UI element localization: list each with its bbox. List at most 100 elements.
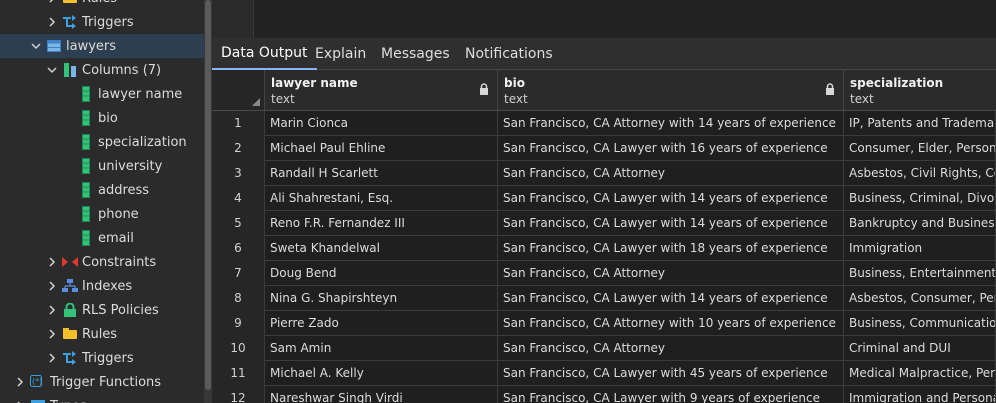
chevron-down-icon[interactable] [46, 64, 58, 76]
table-row[interactable]: 9 Pierre Zado San Francisco, CA Attorney w… [212, 311, 996, 336]
row-number[interactable]: 4 [212, 186, 265, 211]
chevron-down-icon[interactable] [30, 40, 42, 52]
chevron-right-icon[interactable] [46, 256, 58, 268]
cell-lawyer-name[interactable]: Marin Cionca [265, 111, 498, 136]
table-row[interactable]: 7 Doug Bend San Francisco, CA Attorney Busi… [212, 261, 996, 286]
cell-lawyer-name[interactable]: Nareshwar Singh Virdi [265, 386, 498, 403]
column-icon [78, 110, 94, 126]
cell-bio[interactable]: San Francisco, CA Lawyer with 9 years of… [498, 386, 844, 403]
row-number[interactable]: 12 [212, 386, 265, 403]
table-row[interactable]: 2 Michael Paul Ehline San Francisco, CA La… [212, 136, 996, 161]
chevron-right-icon[interactable] [46, 328, 58, 340]
cell-specialization[interactable]: Asbestos, Consumer, Personal [844, 286, 996, 311]
cell-bio[interactable]: San Francisco, CA Lawyer with 45 years o… [498, 361, 844, 386]
sidebar-item-rules[interactable]: Rules [0, 0, 204, 10]
sidebar-item-rls-policies[interactable]: RLS Policies [0, 298, 204, 322]
chevron-right-icon[interactable] [46, 16, 58, 28]
sidebar-item-university[interactable]: university [0, 154, 204, 178]
cell-lawyer-name[interactable]: Sweta Khandelwal [265, 236, 498, 261]
row-number[interactable]: 6 [212, 236, 265, 261]
sidebar-item-columns-7[interactable]: Columns (7) [0, 58, 204, 82]
sidebar-item-specialization[interactable]: specialization [0, 130, 204, 154]
chevron-right-icon[interactable] [46, 0, 58, 4]
table-row[interactable]: 1 Marin Cionca San Francisco, CA Attorney … [212, 111, 996, 136]
tab-explain[interactable]: Explain [306, 38, 375, 70]
table-row[interactable]: 12 Nareshwar Singh Virdi San Francisco, CA… [212, 386, 996, 403]
sidebar-item-email[interactable]: email [0, 226, 204, 250]
table-row[interactable]: 8 Nina G. Shapirshteyn San Francisco, CA L… [212, 286, 996, 311]
cell-lawyer-name[interactable]: Doug Bend [265, 261, 498, 286]
row-number[interactable]: 9 [212, 311, 265, 336]
row-number[interactable]: 1 [212, 111, 265, 136]
sidebar-item-trigger-functions[interactable]: (*) Trigger Functions [0, 370, 204, 394]
cell-lawyer-name[interactable]: Pierre Zado [265, 311, 498, 336]
tab-notifications[interactable]: Notifications [456, 38, 562, 70]
table-row[interactable]: 11 Michael A. Kelly San Francisco, CA Lawy… [212, 361, 996, 386]
cell-bio[interactable]: San Francisco, CA Attorney [498, 261, 844, 286]
table-row[interactable]: 6 Sweta Khandelwal San Francisco, CA Lawye… [212, 236, 996, 261]
sidebar-scrollbar-thumb[interactable] [205, 0, 211, 390]
cell-specialization[interactable]: Criminal and DUI [844, 336, 996, 361]
row-number[interactable]: 3 [212, 161, 265, 186]
cell-specialization[interactable]: Consumer, Elder, Personal Injury [844, 136, 996, 161]
cell-specialization[interactable]: Immigration and Personal Injury [844, 386, 996, 403]
sidebar-item-rules[interactable]: Rules [0, 322, 204, 346]
row-number[interactable]: 8 [212, 286, 265, 311]
tab-data-output[interactable]: Data Output [212, 38, 317, 70]
sidebar-item-triggers[interactable]: Triggers [0, 10, 204, 34]
chevron-right-icon[interactable] [46, 280, 58, 292]
row-number[interactable]: 11 [212, 361, 265, 386]
cell-bio[interactable]: San Francisco, CA Lawyer with 18 years o… [498, 236, 844, 261]
cell-bio[interactable]: San Francisco, CA Attorney [498, 336, 844, 361]
table-row[interactable]: 5 Reno F.R. Fernandez III San Francisco, C… [212, 211, 996, 236]
row-number[interactable]: 10 [212, 336, 265, 361]
cell-lawyer-name[interactable]: Sam Amin [265, 336, 498, 361]
column-header-lawyer-name[interactable]: lawyer name text [265, 70, 498, 111]
sidebar-item-triggers[interactable]: Triggers [0, 346, 204, 370]
chevron-right-icon[interactable] [14, 376, 26, 388]
cell-bio[interactable]: San Francisco, CA Lawyer with 16 years o… [498, 136, 844, 161]
row-number[interactable]: 5 [212, 211, 265, 236]
sidebar-item-bio[interactable]: bio [0, 106, 204, 130]
cell-specialization[interactable]: Medical Malpractice, Personal [844, 361, 996, 386]
table-row[interactable]: 4 Ali Shahrestani, Esq. San Francisco, CA … [212, 186, 996, 211]
cell-lawyer-name[interactable]: Randall H Scarlett [265, 161, 498, 186]
cell-specialization[interactable]: Asbestos, Civil Rights, Consumer [844, 161, 996, 186]
cell-specialization[interactable]: Immigration [844, 236, 996, 261]
cell-lawyer-name[interactable]: Michael A. Kelly [265, 361, 498, 386]
cell-bio[interactable]: San Francisco, CA Attorney [498, 161, 844, 186]
cell-specialization[interactable]: Business, Communications [844, 311, 996, 336]
cell-specialization[interactable]: Bankruptcy and Business [844, 211, 996, 236]
row-number-header[interactable] [212, 70, 265, 111]
table-row[interactable]: 3 Randall H Scarlett San Francisco, CA Att… [212, 161, 996, 186]
chevron-right-icon[interactable] [46, 352, 58, 364]
row-number[interactable]: 2 [212, 136, 265, 161]
sidebar-scrollbar[interactable] [204, 0, 212, 403]
sidebar-item-phone[interactable]: phone [0, 202, 204, 226]
cell-specialization[interactable]: Business, Entertainment & Sports [844, 261, 996, 286]
sidebar-item-indexes[interactable]: Indexes [0, 274, 204, 298]
cell-lawyer-name[interactable]: Reno F.R. Fernandez III [265, 211, 498, 236]
column-header-bio[interactable]: bio text [498, 70, 844, 111]
cell-specialization[interactable]: IP, Patents and Trademarks [844, 111, 996, 136]
sidebar-item-address[interactable]: address [0, 178, 204, 202]
sidebar-item-lawyers[interactable]: lawyers [0, 34, 204, 58]
cell-bio[interactable]: San Francisco, CA Lawyer with 14 years o… [498, 286, 844, 311]
tab-messages[interactable]: Messages [372, 38, 459, 70]
cell-bio[interactable]: San Francisco, CA Lawyer with 14 years o… [498, 186, 844, 211]
cell-lawyer-name[interactable]: Ali Shahrestani, Esq. [265, 186, 498, 211]
column-header-specialization[interactable]: specialization text [844, 70, 996, 111]
row-number[interactable]: 7 [212, 261, 265, 286]
table-row[interactable]: 10 Sam Amin San Francisco, CA Attorney Crim… [212, 336, 996, 361]
sidebar-item-types[interactable]: Types [0, 394, 204, 403]
cell-bio[interactable]: San Francisco, CA Attorney with 14 years… [498, 111, 844, 136]
chevron-right-icon[interactable] [46, 304, 58, 316]
sidebar-item-constraints[interactable]: Constraints [0, 250, 204, 274]
sidebar-item-lawyer-name[interactable]: lawyer name [0, 82, 204, 106]
query-editor[interactable] [212, 0, 996, 38]
cell-bio[interactable]: San Francisco, CA Attorney with 10 years… [498, 311, 844, 336]
cell-bio[interactable]: San Francisco, CA Lawyer with 14 years o… [498, 211, 844, 236]
cell-lawyer-name[interactable]: Michael Paul Ehline [265, 136, 498, 161]
cell-lawyer-name[interactable]: Nina G. Shapirshteyn [265, 286, 498, 311]
cell-specialization[interactable]: Business, Criminal, Divorce and [844, 186, 996, 211]
